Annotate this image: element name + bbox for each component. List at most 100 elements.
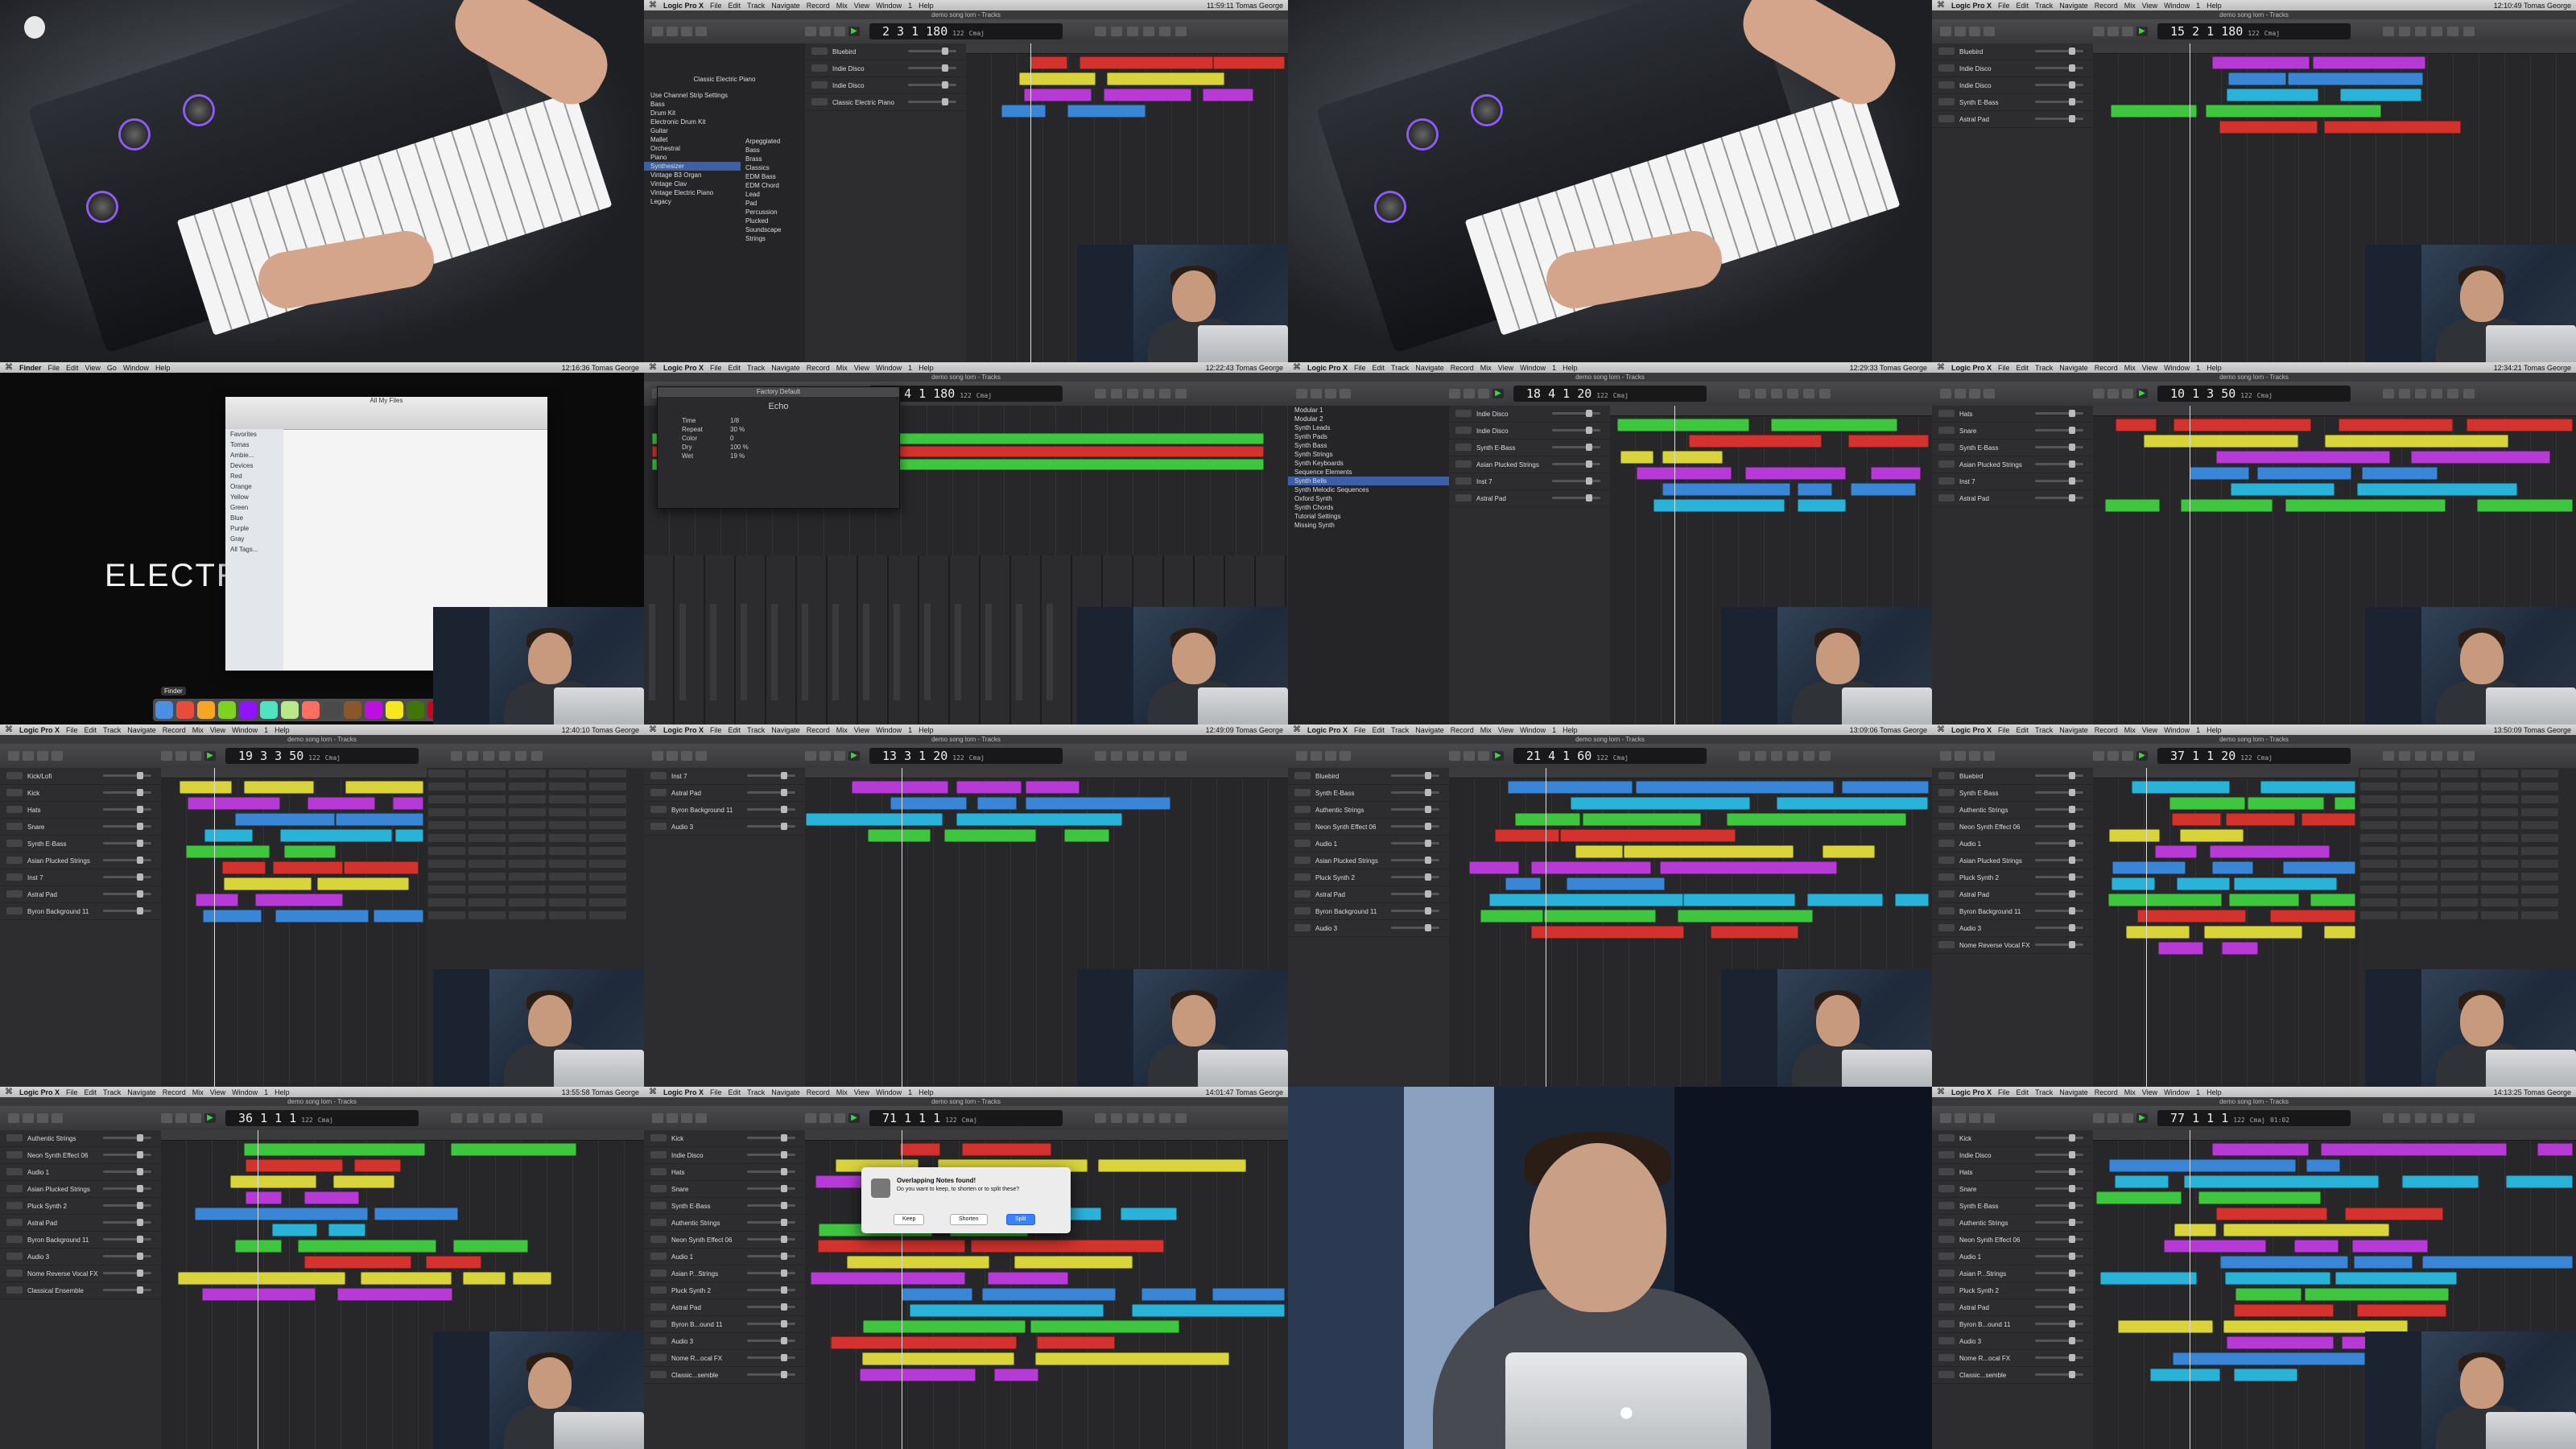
loop-filter-button[interactable] <box>2481 795 2518 803</box>
region[interactable] <box>2115 1175 2169 1188</box>
region[interactable] <box>2173 1352 2365 1365</box>
region[interactable] <box>2325 435 2508 448</box>
track-header[interactable]: Asian Plucked Strings <box>1288 852 1449 869</box>
toolbar-button[interactable] <box>1296 389 1307 398</box>
playhead[interactable] <box>1674 406 1675 724</box>
mute-solo-buttons[interactable] <box>1938 924 1955 931</box>
toolbar-button[interactable] <box>1311 751 1322 761</box>
library-item[interactable]: Electronic Drum Kit <box>644 118 805 126</box>
region[interactable] <box>1014 1256 1133 1269</box>
forward-button[interactable] <box>2107 27 2119 36</box>
volume-slider[interactable] <box>908 98 956 105</box>
forward-button[interactable] <box>1463 389 1475 398</box>
volume-slider[interactable] <box>747 1253 795 1260</box>
library-item[interactable]: Tutorial Settings <box>1288 512 1449 521</box>
library-item[interactable]: Synth Leads <box>1288 423 1449 432</box>
track-header[interactable]: Byron Background 11 <box>1288 903 1449 920</box>
toolbar-button[interactable] <box>1127 751 1138 761</box>
region[interactable] <box>328 1224 365 1236</box>
loop-filter-button[interactable] <box>2401 886 2438 894</box>
mute-solo-buttons[interactable] <box>6 1168 23 1175</box>
track-header[interactable]: Bluebird <box>1932 768 2093 785</box>
region[interactable] <box>956 813 1122 826</box>
playhead[interactable] <box>2146 768 2147 1087</box>
region[interactable] <box>2227 89 2318 101</box>
toolbar-button[interactable] <box>2415 1113 2426 1123</box>
menu-item[interactable]: Track <box>747 726 765 734</box>
menu-item[interactable]: Navigate <box>1415 726 1444 734</box>
menu-item[interactable]: Track <box>747 364 765 372</box>
region[interactable] <box>2220 1256 2348 1269</box>
dock-app-icon[interactable] <box>197 701 215 719</box>
loop-filter-button[interactable] <box>428 782 465 791</box>
region[interactable] <box>2227 1336 2334 1349</box>
menu-item[interactable]: View <box>2142 364 2157 372</box>
menu-item[interactable]: Logic Pro X <box>663 726 704 734</box>
menu-item[interactable]: Track <box>103 726 121 734</box>
volume-slider[interactable] <box>103 1253 151 1260</box>
track-header[interactable]: Snare <box>644 1181 805 1198</box>
region[interactable] <box>944 829 1036 842</box>
region[interactable] <box>1098 1159 1246 1172</box>
menu-item[interactable]: View <box>854 2 869 10</box>
mute-solo-buttons[interactable] <box>1938 1219 1955 1226</box>
region[interactable] <box>902 1288 972 1301</box>
ruler[interactable] <box>1610 406 1932 416</box>
toolbar-button[interactable] <box>2431 389 2442 398</box>
mute-solo-buttons[interactable] <box>1938 772 1955 779</box>
region[interactable] <box>344 861 419 874</box>
region[interactable] <box>2234 1368 2297 1381</box>
menu-item[interactable]: 1 <box>908 1088 912 1096</box>
loop-filter-button[interactable] <box>2401 821 2438 829</box>
rewind-button[interactable] <box>805 1113 816 1123</box>
region[interactable] <box>868 829 931 842</box>
loop-filter-button[interactable] <box>2360 834 2397 842</box>
volume-slider[interactable] <box>2035 1253 2083 1260</box>
menu-item[interactable]: File <box>710 726 722 734</box>
volume-slider[interactable] <box>2035 924 2083 931</box>
toolbar-button[interactable] <box>2463 389 2475 398</box>
region[interactable] <box>224 877 312 890</box>
track-header[interactable]: Astral Pad <box>1449 490 1610 507</box>
apple-menu-icon[interactable]: ⌘ <box>5 1088 13 1096</box>
menu-item[interactable]: Mix <box>2124 1088 2136 1096</box>
menu-item[interactable]: Help <box>275 1088 290 1096</box>
sidebar-item[interactable]: Devices <box>225 460 283 471</box>
toolbar-button[interactable] <box>499 751 510 761</box>
toolbar-button[interactable] <box>667 1113 678 1123</box>
region[interactable] <box>2150 1368 2220 1381</box>
toolbar-button[interactable] <box>1969 27 1980 36</box>
menu-item[interactable]: Track <box>747 1088 765 1096</box>
mute-solo-buttons[interactable] <box>1455 494 1472 502</box>
loop-filter-button[interactable] <box>509 808 546 816</box>
mute-solo-buttons[interactable] <box>6 823 23 830</box>
menu-item[interactable]: Edit <box>66 364 79 372</box>
menu-item[interactable]: Logic Pro X <box>1951 2 1992 10</box>
loop-filter-button[interactable] <box>2401 898 2438 906</box>
volume-slider[interactable] <box>1391 840 1439 847</box>
menu-item[interactable]: File <box>48 364 60 372</box>
toolbar-button[interactable] <box>1969 389 1980 398</box>
toolbar-button[interactable] <box>1787 751 1798 761</box>
region[interactable] <box>317 877 409 890</box>
toolbar-button[interactable] <box>2463 27 2475 36</box>
region[interactable] <box>2158 942 2203 955</box>
region[interactable] <box>1508 781 1633 794</box>
region[interactable] <box>2257 467 2351 480</box>
menu-item[interactable]: Help <box>919 1088 934 1096</box>
menu-item[interactable]: Mix <box>2124 364 2136 372</box>
track-header[interactable]: Indie Disco <box>1932 77 2093 94</box>
region[interactable] <box>910 1304 1104 1317</box>
mute-solo-buttons[interactable] <box>6 1134 23 1141</box>
toolbar-button[interactable] <box>1955 27 1966 36</box>
mute-solo-buttons[interactable] <box>650 1185 667 1192</box>
mute-solo-buttons[interactable] <box>650 789 667 796</box>
track-header[interactable]: Synth E-Bass <box>0 836 161 852</box>
track-header[interactable]: Classic Electric Piano <box>805 94 966 111</box>
mute-solo-buttons[interactable] <box>1938 1151 1955 1158</box>
library-item[interactable]: Missing Synth <box>1288 521 1449 530</box>
volume-slider[interactable] <box>1391 873 1439 881</box>
menu-item[interactable]: Navigate <box>771 2 800 10</box>
ruler[interactable] <box>2093 1130 2576 1141</box>
menu-item[interactable]: Logic Pro X <box>1951 1088 1992 1096</box>
